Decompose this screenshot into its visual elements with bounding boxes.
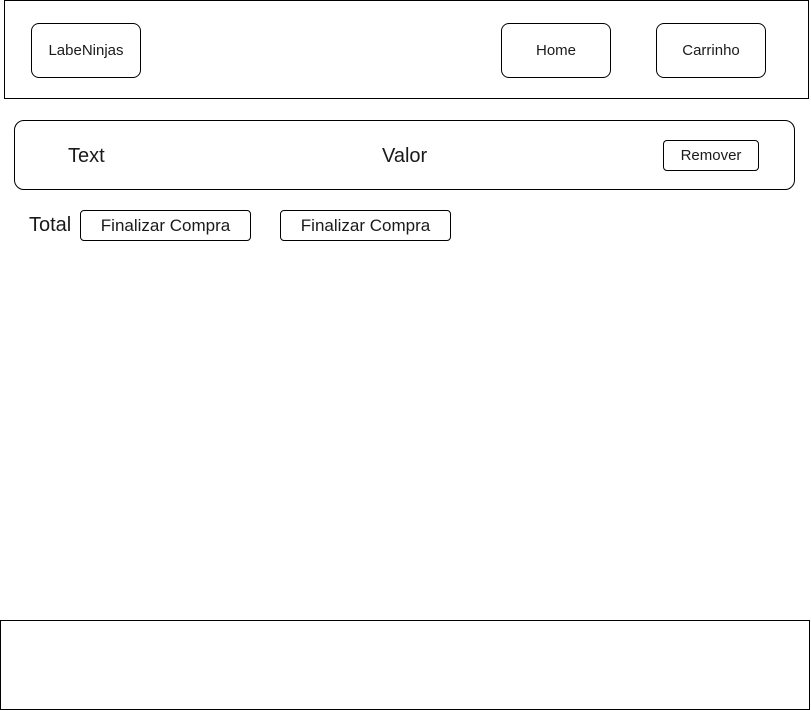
remove-button[interactable]: Remover — [663, 140, 759, 171]
footer — [0, 620, 810, 710]
total-label: Total — [29, 214, 72, 236]
cart-item-text: Text — [68, 145, 105, 167]
cart-button[interactable]: Carrinho — [656, 23, 766, 78]
home-button[interactable]: Home — [501, 23, 611, 78]
cart-item: Text Valor Remover — [14, 120, 795, 190]
logo-button[interactable]: LabeNinjas — [31, 23, 141, 78]
cart-item-value: Valor — [382, 145, 428, 167]
finish-purchase-button[interactable]: Finalizar Compra — [80, 210, 251, 241]
header: LabeNinjas Home Carrinho — [4, 0, 809, 99]
finish-purchase-button-secondary[interactable]: Finalizar Compra — [280, 210, 451, 241]
